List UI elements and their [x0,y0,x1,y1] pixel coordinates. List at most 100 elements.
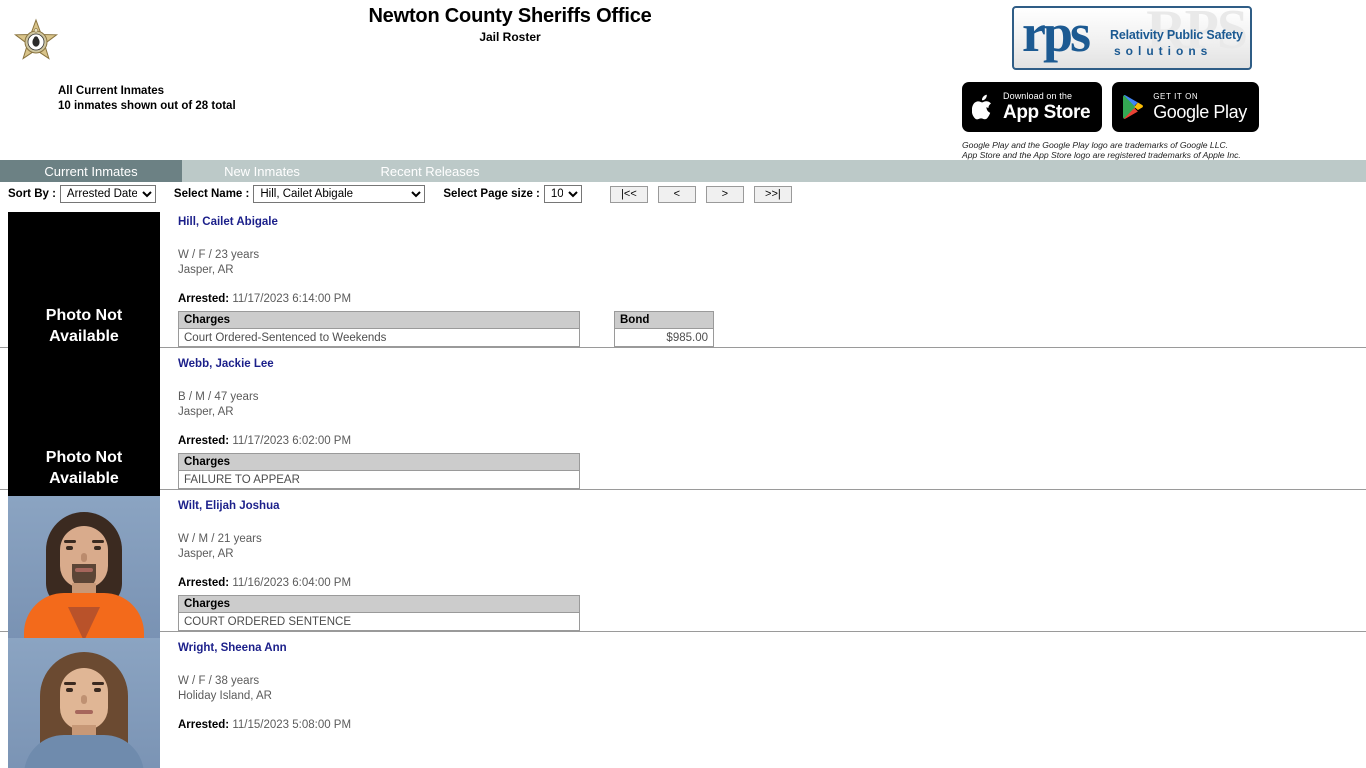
charge-row: FAILURE TO APPEAR [178,470,580,489]
photo-not-available: Photo Not Available [8,212,160,357]
roster-tabs: Current Inmates New Inmates Recent Relea… [0,160,1366,182]
inmate-demographics: B / M / 47 years Jasper, AR [178,390,1346,419]
arrested-label: Arrested: [178,577,230,589]
photo-na-line1: Photo Not [45,307,123,324]
inmate-mugshot [8,496,160,641]
title-block: Newton County Sheriffs Office Jail Roste… [0,4,1020,45]
inmate-mugshot [8,638,160,768]
inmate-race-sex-age: W / F / 38 years [178,675,260,687]
photo-na-line2: Available [49,470,119,487]
app-store-big-label: App Store [1003,102,1091,123]
inmate-details: Wilt, Elijah Joshua W / M / 21 years Jaspe… [178,496,1366,631]
trademark-line-2: App Store and the App Store logo are reg… [962,150,1241,160]
inmate-name-link[interactable]: Wilt, Elijah Joshua [178,500,280,512]
app-store-badge[interactable]: Download on the App Store [962,82,1103,132]
charge-row: Court Ordered-Sentenced to Weekends [178,328,580,347]
inmate-record: Wilt, Elijah Joshua W / M / 21 years Jaspe… [0,490,1366,641]
tab-current-inmates[interactable]: Current Inmates [0,160,182,182]
charge-value: Court Ordered-Sentenced to Weekends [178,328,580,347]
inmate-city: Jasper, AR [178,405,234,418]
photo-na-line1: Photo Not [45,449,123,466]
roster-summary-line2: 10 inmates shown out of 28 total [58,100,236,112]
google-play-small-label: GET IT ON [1153,92,1199,101]
inmate-details: Wright, Sheena Ann W / F / 38 years Holida… [178,638,1366,737]
rps-tagline-secondary: solutions [1114,44,1213,58]
inmate-tables: Charges COURT ORDERED SENTENCE [178,595,1346,631]
inmate-name-link[interactable]: Hill, Cailet Abigale [178,216,278,228]
inmate-demographics: W / M / 21 years Jasper, AR [178,532,1346,561]
inmate-arrested: Arrested: 11/17/2023 6:14:00 PM [178,293,1346,305]
google-play-triangle-icon [1122,94,1146,120]
inmate-race-sex-age: W / M / 21 years [178,533,262,545]
trademark-line-1: Google Play and the Google Play logo are… [962,140,1229,150]
bond-header: Bond [614,311,714,329]
select-name-select[interactable]: Hill, Cailet Abigale [253,185,426,203]
charges-header: Charges [178,453,580,471]
app-store-small-label: Download on the [1003,91,1073,101]
inmate-race-sex-age: W / F / 23 years [178,249,260,261]
trademark-notice: Google Play and the Google Play logo are… [962,140,1241,160]
pagination-controls: |<< < > >>| [609,185,792,203]
arrested-datetime: 11/17/2023 6:14:00 PM [232,293,352,305]
inmate-arrested: Arrested: 11/16/2023 6:04:00 PM [178,577,1346,589]
inmate-demographics: W / F / 38 years Holiday Island, AR [178,674,1346,703]
arrested-label: Arrested: [178,719,230,731]
bond-table: Bond $985.00 [614,311,714,347]
arrested-label: Arrested: [178,435,230,447]
inmate-race-sex-age: B / M / 47 years [178,391,259,403]
inmate-city: Holiday Island, AR [178,689,272,702]
inmate-name-link[interactable]: Webb, Jackie Lee [178,358,274,370]
arrested-datetime: 11/15/2023 5:08:00 PM [232,719,352,731]
charge-value: FAILURE TO APPEAR [178,470,580,489]
rps-tagline-primary: Relativity Public Safety [1110,28,1243,42]
pager-next-button[interactable]: > [705,185,744,203]
charges-table: Charges Court Ordered-Sentenced to Weeken… [178,311,580,347]
inmate-arrested: Arrested: 11/15/2023 5:08:00 PM [178,719,1346,731]
google-play-badge[interactable]: GET IT ON Google Play [1112,82,1259,132]
arrested-datetime: 11/17/2023 6:02:00 PM [232,435,352,447]
photo-not-available: Photo Not Available [8,354,160,499]
arrested-datetime: 11/16/2023 6:04:00 PM [232,577,352,589]
charges-table: Charges FAILURE TO APPEAR [178,453,580,489]
roster-summary-line1: All Current Inmates [58,85,165,97]
tab-recent-releases[interactable]: Recent Releases [342,160,518,182]
rps-wordmark: rps [1022,6,1091,63]
pager-first-button[interactable]: |<< [609,185,648,203]
rps-logo: RPS rps Relativity Public Safety solutio… [1012,6,1252,70]
charges-header: Charges [178,311,580,329]
inmate-details: Hill, Cailet Abigale W / F / 23 years Jasp… [178,212,1366,347]
inmate-city: Jasper, AR [178,263,234,276]
charge-row: COURT ORDERED SENTENCE [178,612,580,631]
google-play-big-label: Google Play [1153,102,1247,122]
inmate-record: Photo Not Available Hill, Cailet Abigale W … [0,206,1366,357]
select-name-label: Select Name : [173,188,250,200]
photo-na-line2: Available [49,328,119,345]
tab-new-inmates[interactable]: New Inmates [182,160,342,182]
bond-row: $985.00 [614,328,714,347]
page-size-label: Select Page size : [443,188,540,200]
inmate-arrested: Arrested: 11/17/2023 6:02:00 PM [178,435,1346,447]
inmate-record: Wright, Sheena Ann W / F / 38 years Holida… [0,632,1366,768]
inmate-tables: Charges FAILURE TO APPEAR [178,453,1346,489]
page-subtitle: Jail Roster [479,30,541,44]
charge-value: COURT ORDERED SENTENCE [178,612,580,631]
arrested-label: Arrested: [178,293,230,305]
store-badges: Download on the App Store GET IT ON Goog… [962,82,1259,132]
roster-summary: All Current Inmates 10 inmates shown out… [58,84,236,114]
page-size-select[interactable]: 10 [543,185,582,203]
inmate-record: Photo Not Available Webb, Jackie Lee B / M … [0,348,1366,499]
inmate-name-link[interactable]: Wright, Sheena Ann [178,642,287,654]
sort-by-select[interactable]: Arrested Date [59,185,156,203]
roster-controls: Sort By : Arrested Date Select Name : Hi… [0,182,1366,206]
pager-prev-button[interactable]: < [657,185,696,203]
apple-logo-icon [972,93,996,122]
pager-last-button[interactable]: >>| [753,185,792,203]
inmate-demographics: W / F / 23 years Jasper, AR [178,248,1346,277]
charges-header: Charges [178,595,580,613]
inmate-city: Jasper, AR [178,547,234,560]
charges-table: Charges COURT ORDERED SENTENCE [178,595,580,631]
inmate-tables: Charges Court Ordered-Sentenced to Weeken… [178,311,1346,347]
inmate-roster-list: Photo Not Available Hill, Cailet Abigale W … [0,206,1366,768]
sort-by-label: Sort By : [8,188,56,200]
page-title: Newton County Sheriffs Office [368,5,652,27]
